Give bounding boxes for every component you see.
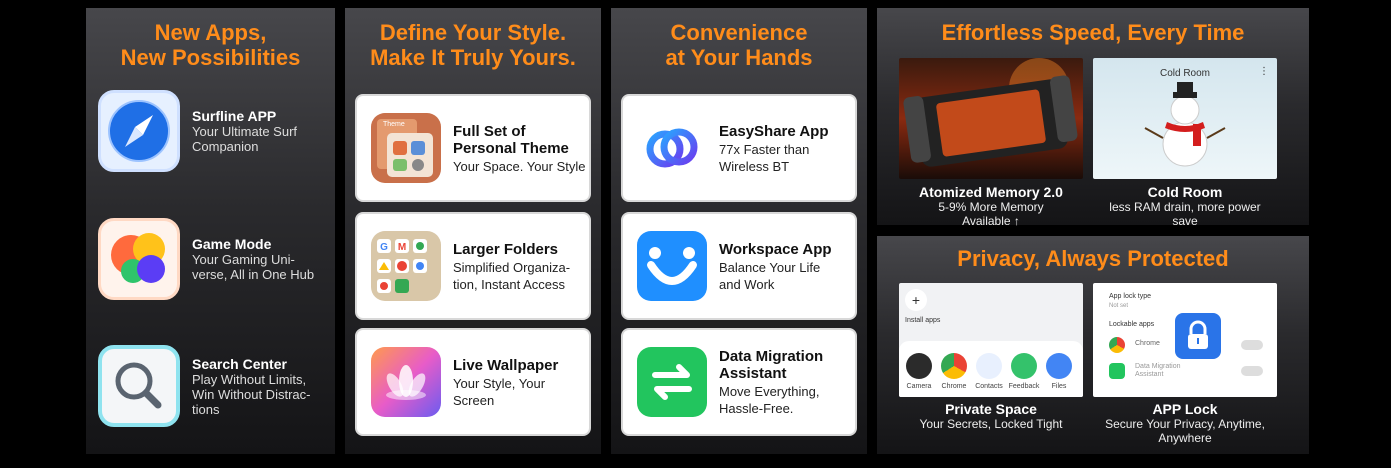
app-desc: Win Without Distrac-: [192, 386, 311, 402]
app-name: Search Center: [192, 355, 287, 372]
cold-room-screen-label: Cold Room: [1159, 68, 1211, 79]
linked-rings-icon: [637, 113, 707, 183]
toggle-switch[interactable]: [1241, 366, 1263, 376]
lockable-apps-label: Lockable apps: [1109, 321, 1155, 328]
toggle-switch[interactable]: [1241, 340, 1263, 350]
chrome-icon: [941, 353, 967, 379]
app-label: Feedback: [1008, 383, 1040, 390]
card-title: Assistant: [719, 365, 787, 382]
app-name: Surfline APP: [192, 108, 277, 124]
private-space-screen: + Install apps Camera Chrome Contacts Fe…: [899, 283, 1083, 397]
contacts-icon: [976, 353, 1002, 379]
app-surfline: Surfline APP Your Ultimate Surf Companio…: [98, 90, 331, 172]
lockable-app-data-migration: Data Migration Assistant: [1135, 363, 1181, 378]
card-title: Live Wallpaper: [453, 356, 559, 374]
cold-room-image: Cold Room ⋮: [1093, 58, 1277, 179]
app-desc: tions: [192, 401, 220, 417]
card-desc: Your Style, Your: [453, 375, 546, 391]
card-title: EasyShare App: [719, 122, 829, 140]
card-title: Personal Theme: [453, 139, 569, 157]
svg-text:M: M: [398, 242, 406, 253]
card-title: Full Set of: [453, 122, 526, 140]
card-desc: 77x Faster than: [719, 141, 810, 157]
app-label: Files: [1051, 383, 1067, 390]
app-label: Chrome: [941, 383, 967, 390]
card-desc: Wireless BT: [719, 158, 790, 174]
card-larger-folders: G M Larger Folders Simplified Organiza- …: [355, 212, 591, 320]
files-icon: [1046, 353, 1072, 379]
card-desc: and Work: [719, 276, 775, 292]
magnifier-icon: [98, 345, 180, 427]
lock-type-label: App lock type: [1109, 293, 1152, 300]
theme-icon: Theme: [371, 113, 441, 183]
app-search-center: Search Center Play Without Limits, Win W…: [98, 345, 331, 427]
card-desc: Hassle-Free.: [719, 401, 794, 416]
app-desc: verse, All in One Hub: [192, 267, 315, 282]
more-icon: ⋮: [1259, 66, 1269, 77]
app-desc: Your Gaming Uni-: [192, 252, 295, 267]
theme-label: Theme: [383, 121, 405, 128]
svg-text:G: G: [380, 242, 388, 253]
panel-title: Effortless Speed, Every Time: [941, 20, 1245, 45]
panel-define-style: Define Your Style. Make It Truly Yours. …: [345, 8, 601, 454]
card-title: Larger Folders: [453, 240, 559, 258]
panel-new-apps: New Apps, New Possibilities Surfline APP…: [86, 8, 335, 454]
caption-app-lock: APP Lock Secure Your Privacy, Anytime, A…: [1105, 401, 1265, 445]
transfer-arrows-icon: [637, 347, 707, 417]
caption-atomized-memory: Atomized Memory 2.0 5-9% More Memory Ava…: [919, 184, 1063, 228]
app-game-mode: Game Mode Your Gaming Uni- verse, All in…: [98, 218, 331, 300]
lockable-app-chrome: Chrome: [1135, 340, 1160, 347]
panel-privacy: Privacy, Always Protected + Install apps…: [877, 236, 1309, 454]
app-desc: Your Ultimate Surf: [192, 124, 298, 139]
caption-private-space: Private Space Your Secrets, Locked Tight: [919, 401, 1063, 431]
game-bubbles-icon: [98, 218, 180, 300]
panel-title: Convenience at Your Hands: [665, 20, 813, 70]
app-name: Game Mode: [192, 236, 272, 252]
workspace-icon: [637, 231, 707, 301]
card-desc: Balance Your Life: [719, 259, 821, 275]
app-label: Camera: [906, 383, 932, 390]
app-desc: Companion: [192, 139, 259, 154]
data-migration-icon: [1109, 363, 1125, 379]
panel-speed: Effortless Speed, Every Time Atomized Me…: [877, 8, 1309, 228]
lotus-icon: [371, 347, 441, 417]
card-title: Workspace App: [719, 240, 832, 258]
feedback-icon: [1011, 353, 1037, 379]
caption-cold-room: Cold Room less RAM drain, more power sav…: [1109, 184, 1261, 228]
card-workspace: Workspace App Balance Your Life and Work: [621, 212, 857, 320]
card-desc: Your Space. Your Style: [453, 158, 586, 174]
chrome-icon: [1109, 337, 1125, 353]
compass-icon: [98, 90, 180, 172]
panel-title: New Apps, New Possibilities: [120, 20, 301, 70]
card-personal-theme: Theme Full Set of Personal Theme Your Sp…: [355, 94, 591, 202]
card-data-migration: Data Migration Assistant Move Everything…: [621, 328, 857, 436]
add-icon: +: [905, 289, 927, 311]
app-tray: Camera Chrome Contacts Feedback Files: [899, 341, 1083, 397]
panel-title: Privacy, Always Protected: [957, 246, 1229, 271]
lock-type-value: Not set: [1109, 303, 1129, 309]
card-title: Data Migration: [719, 348, 824, 365]
card-desc: Move Everything,: [719, 384, 820, 399]
install-apps-label: Install apps: [905, 317, 941, 324]
card-desc: tion, Instant Access: [453, 276, 566, 292]
folder-grid-icon: G M: [371, 231, 441, 301]
card-live-wallpaper: Live Wallpaper Your Style, Your Screen: [355, 328, 591, 436]
padlock-icon: [1175, 313, 1221, 359]
app-desc: Play Without Limits,: [192, 371, 307, 387]
panel-title: Define Your Style. Make It Truly Yours.: [370, 20, 576, 70]
camera-icon: [906, 353, 932, 379]
card-desc: Simplified Organiza-: [453, 259, 571, 275]
app-label: Contacts: [975, 383, 1003, 390]
gaming-phone-image: [899, 58, 1083, 179]
card-easyshare: EasyShare App 77x Faster than Wireless B…: [621, 94, 857, 202]
app-lock-screen: App lock type Not set Lockable apps Chro…: [1093, 283, 1277, 397]
card-desc: Screen: [453, 392, 495, 408]
panel-convenience: Convenience at Your Hands EasyShare App …: [611, 8, 867, 454]
